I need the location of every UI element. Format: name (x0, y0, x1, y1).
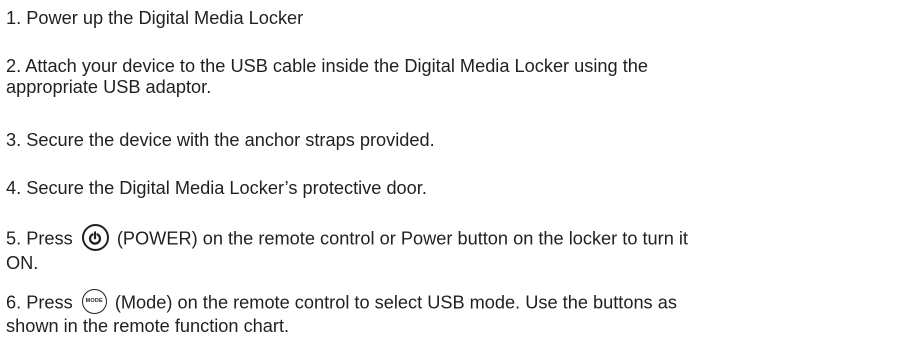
step-6-line-1: 6. Press MODE (Mode) on the remote contr… (6, 289, 677, 316)
step-6: 6. Press MODE (Mode) on the remote contr… (6, 289, 677, 337)
step-5-prefix: 5. Press (6, 228, 73, 249)
step-6-prefix: 6. Press (6, 292, 73, 313)
mode-icon: MODE (81, 289, 107, 314)
power-icon (81, 224, 109, 251)
step-1-text: 1. Power up the Digital Media Locker (6, 8, 304, 28)
step-4: 4. Secure the Digital Media Locker’s pro… (6, 178, 427, 199)
step-5: 5. Press (POWER) on the remote control o… (6, 224, 688, 274)
step-3-text: 3. Secure the device with the anchor str… (6, 130, 435, 150)
step-5-suffix: (POWER) on the remote control or Power b… (116, 228, 688, 249)
step-1: 1. Power up the Digital Media Locker (6, 8, 303, 29)
step-6-suffix: (Mode) on the remote control to select U… (114, 292, 677, 313)
mode-icon-label: MODE (85, 298, 103, 304)
step-2: 2. Attach your device to the USB cable i… (6, 56, 648, 98)
step-4-text: 4. Secure the Digital Media Locker’s pro… (6, 178, 427, 198)
step-2-line-1: 2. Attach your device to the USB cable i… (6, 56, 648, 76)
step-3: 3. Secure the device with the anchor str… (6, 130, 435, 151)
step-5-line-1: 5. Press (POWER) on the remote control o… (6, 224, 688, 253)
step-5-line-2: ON. (6, 253, 39, 273)
step-2-line-2: appropriate USB adaptor. (6, 77, 212, 97)
